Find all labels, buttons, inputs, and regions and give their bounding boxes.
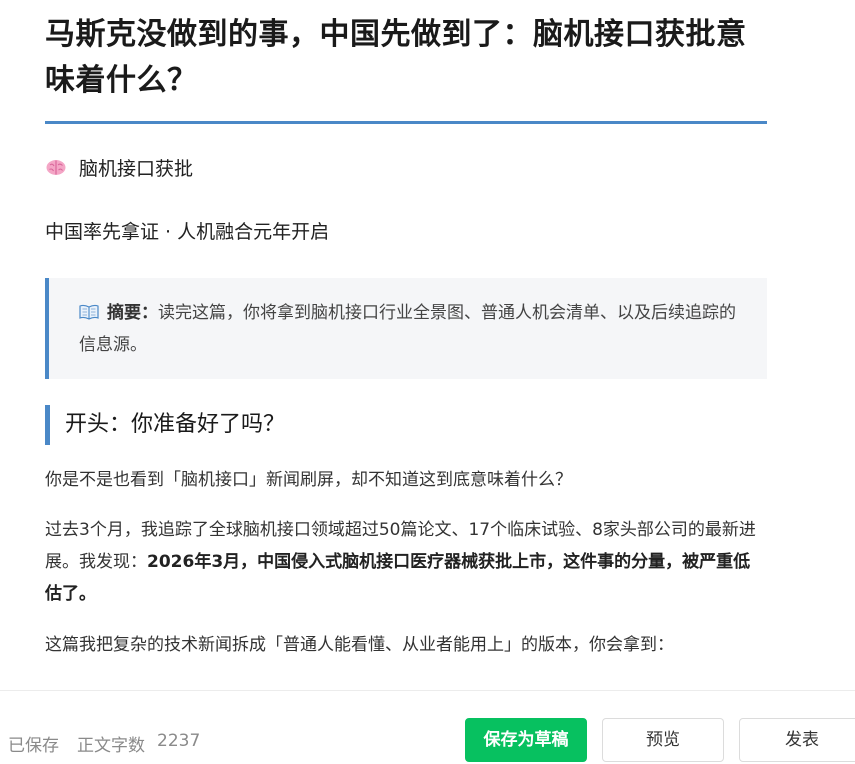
paragraph: 这篇我把复杂的技术新闻拆成「普通人能看懂、从业者能用上」的版本，你会拿到： [45, 635, 674, 655]
paragraph: 过去3个月，我追踪了全球脑机接口领域超过50篇论文、17个临床试验、8家头部公司… [45, 514, 760, 610]
summary-content: 摘要：读完这篇，你将拿到脑机接口行业全景图、普通人机会清单、以及后续追踪的信息源… [79, 297, 744, 361]
article-subtitle: 中国率先拿证 · 人机融合元年开启 [45, 221, 330, 243]
preview-button[interactable]: 预览 [602, 718, 724, 762]
section-heading: 开头：你准备好了吗？ [45, 405, 285, 445]
save-status: 已保存 [8, 736, 59, 756]
topic-tag: 脑机接口获批 [45, 152, 193, 182]
editor-action-bar: 已保存 正文字数 2237 保存为草稿 预览 发表 [0, 690, 855, 764]
publish-button[interactable]: 发表 [739, 718, 855, 762]
save-draft-button[interactable]: 保存为草稿 [465, 718, 587, 762]
brain-icon [45, 156, 67, 178]
topic-tag-label: 脑机接口获批 [79, 157, 194, 180]
paragraph: 你是不是也看到「脑机接口」新闻刷屏，却不知道这到底意味着什么？ [45, 470, 572, 490]
word-count-label: 正文字数 [77, 736, 145, 756]
article-editor-body: 马斯克没做到的事，中国先做到了：脑机接口获批意味着什么？ 脑机接口获批 中国率先… [0, 0, 855, 690]
summary-block: 摘要：读完这篇，你将拿到脑机接口行业全景图、普通人机会清单、以及后续追踪的信息源… [45, 278, 767, 379]
title-divider [45, 121, 767, 124]
open-book-icon [79, 299, 99, 320]
summary-label: 摘要： [107, 303, 158, 323]
article-title: 马斯克没做到的事，中国先做到了：脑机接口获批意味着什么？ [45, 17, 747, 98]
summary-text: 读完这篇，你将拿到脑机接口行业全景图、普通人机会清单、以及后续追踪的信息源。 [79, 303, 736, 355]
paragraph-emphasis: 2026年3月，中国侵入式脑机接口医疗器械获批上市，这件事的分量，被严重低估了。 [45, 552, 751, 604]
word-count-value: 2237 [157, 731, 201, 751]
